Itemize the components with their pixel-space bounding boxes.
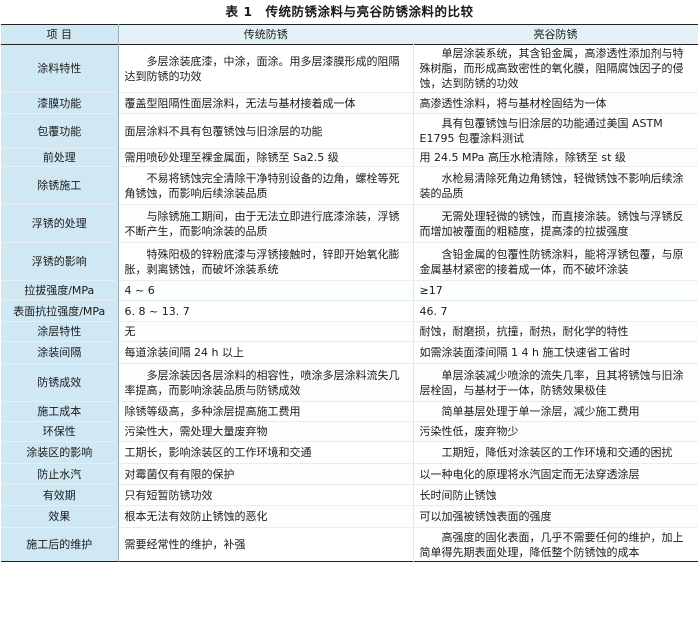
row-traditional-cell: 多层涂装因各层涂料的相容性，喷涂多层涂料流失几率提高，而影响涂装品质与防锈成效 xyxy=(118,363,413,402)
row-item-label: 涂装区的影响 xyxy=(1,441,119,464)
row-lianggu-cell: 工期短，降低对涂装区的工作环境和交通的困扰 xyxy=(412,441,698,464)
table-row: 拉拔强度/MPa 4 ~ 6 ≥17 xyxy=(1,280,698,301)
table-header: 项 目 传统防锈 亮谷防锈 xyxy=(1,24,698,45)
row-item-label: 防锈成效 xyxy=(1,363,119,402)
row-traditional-cell: 污染性大，需处理大量废弃物 xyxy=(118,421,413,442)
row-item-label: 涂层特性 xyxy=(1,321,119,342)
row-traditional-cell: 无 xyxy=(118,321,413,342)
row-traditional-cell: 只有短暂防锈功效 xyxy=(118,484,413,506)
row-traditional-cell: 每道涂装间隔 24 h 以上 xyxy=(118,341,413,364)
row-item-label: 有效期 xyxy=(1,484,119,506)
row-traditional-cell: 需要经常性的维护，补强 xyxy=(118,527,413,562)
header-row: 项 目 传统防锈 亮谷防锈 xyxy=(1,24,698,45)
row-lianggu-cell: 水枪易清除死角边角锈蚀，轻微锈蚀不影响后续涂装的品质 xyxy=(412,166,698,205)
row-traditional-cell: 多层涂装底漆，中涂，面涂。用多层漆膜形成的阻隔达到防锈的功效 xyxy=(118,44,413,93)
table-row: 浮锈的影响 特殊阳极的锌粉底漆与浮锈接触时，锌即开始氧化膨胀，剥离锈蚀，而破坏涂装… xyxy=(1,242,698,281)
table-row: 涂层特性无耐蚀，耐磨损，抗撞，耐热，耐化学的特性 xyxy=(1,321,698,342)
row-traditional-cell: 与除锈施工期间，由于无法立即进行底漆涂装，浮锈不断产生，而影响涂装的品质 xyxy=(118,204,413,243)
table-caption: 表 1 传统防锈涂料与亮谷防锈涂料的比较 xyxy=(225,4,474,19)
row-traditional-cell: 6. 8 ~ 13. 7 xyxy=(118,300,413,322)
row-lianggu-cell: 可以加强被锈蚀表面的强度 xyxy=(412,505,698,528)
table-row: 除锈施工 不易将锈蚀完全清除干净特别设备的边角，螺栓等死角锈蚀，而影响后续涂装品质… xyxy=(1,166,698,205)
table-row: 施工后的维护 需要经常性的维护，补强 高强度的固化表面，几乎不需要任何的维护，加上简… xyxy=(1,527,698,562)
table-row: 施工成本 除锈等级高，多种涂层提高施工费用 简单基层处理于单一涂层，减少施工费用 xyxy=(1,401,698,422)
table-body: 涂料特性 多层涂装底漆，中涂，面涂。用多层漆膜形成的阻隔达到防锈的功效 单层涂装系统… xyxy=(1,44,698,562)
row-item-label: 除锈施工 xyxy=(1,166,119,205)
table-row: 包覆功能 面层涂料不具有包覆锈蚀与旧涂层的功能 具有包覆锈蚀与旧涂层的功能通过美国 … xyxy=(1,113,698,149)
row-item-label: 表面抗拉强度/MPa xyxy=(1,300,119,322)
row-traditional-cell: 特殊阳极的锌粉底漆与浮锈接触时，锌即开始氧化膨胀，剥离锈蚀，而破坏涂装系统 xyxy=(118,242,413,281)
table-row: 效果 根本无法有效防止锈蚀的恶化 可以加强被锈蚀表面的强度 xyxy=(1,505,698,528)
table-row: 防止水汽 对霉菌仅有有限的保护 以一种电化的原理将水汽固定而无法穿透涂层 xyxy=(1,463,698,485)
row-traditional-cell: 工期长，影响涂装区的工作环境和交通 xyxy=(118,441,413,464)
row-lianggu-cell: 用 24.5 MPa 高压水枪清除，除锈至 st 级 xyxy=(412,148,698,167)
row-lianggu-cell: 单层涂装减少喷涂的流失几率，且其将锈蚀与旧涂层栓固，与基材于一体，防锈效果极佳 xyxy=(412,363,698,402)
header-traditional: 传统防锈 xyxy=(118,24,413,45)
row-item-label: 环保性 xyxy=(1,421,119,442)
row-lianggu-cell: 高渗透性涂料，将与基材栓固结为一体 xyxy=(412,92,698,114)
row-item-label: 涂料特性 xyxy=(1,44,119,93)
header-item: 项 目 xyxy=(1,24,119,45)
table-row: 表面抗拉强度/MPa 6. 8 ~ 13. 7 46. 7 xyxy=(1,300,698,322)
row-item-label: 防止水汽 xyxy=(1,463,119,485)
row-lianggu-cell: 以一种电化的原理将水汽固定而无法穿透涂层 xyxy=(412,463,698,485)
row-item-label: 包覆功能 xyxy=(1,113,119,149)
row-lianggu-cell: 含铅金属的包覆性防锈涂料，能将浮锈包覆，与原金属基材紧密的接着成一体，而不破坏涂… xyxy=(412,242,698,281)
row-item-label: 浮锈的影响 xyxy=(1,242,119,281)
table-row: 漆膜功能 覆盖型阻隔性面层涂料，无法与基材接着成一体 高渗透性涂料，将与基材栓固结为… xyxy=(1,92,698,114)
row-item-label: 效果 xyxy=(1,505,119,528)
row-item-label: 漆膜功能 xyxy=(1,92,119,114)
row-traditional-cell: 除锈等级高，多种涂层提高施工费用 xyxy=(118,401,413,422)
comparison-table: 项 目 传统防锈 亮谷防锈 涂料特性 多层涂装底漆，中涂，面涂。用多层漆膜形成的阻… xyxy=(1,24,698,562)
table-row: 涂装间隔 每道涂装间隔 24 h 以上 如需涂装面漆间隔 1 4 h 施工快速省工省… xyxy=(1,341,698,364)
row-traditional-cell: 覆盖型阻隔性面层涂料，无法与基材接着成一体 xyxy=(118,92,413,114)
row-item-label: 浮锈的处理 xyxy=(1,204,119,243)
table-row: 有效期 只有短暂防锈功效 长时间防止锈蚀 xyxy=(1,484,698,506)
row-item-label: 拉拔强度/MPa xyxy=(1,280,119,301)
row-item-label: 施工后的维护 xyxy=(1,527,119,562)
table-row: 浮锈的处理 与除锈施工期间，由于无法立即进行底漆涂装，浮锈不断产生，而影响涂装的品… xyxy=(1,204,698,243)
row-lianggu-cell: 单层涂装系统，其含铅金属，高渗透性添加剂与特殊树脂，而形成高致密性的氧化膜，阻隔… xyxy=(412,44,698,93)
row-traditional-cell: 面层涂料不具有包覆锈蚀与旧涂层的功能 xyxy=(118,113,413,149)
row-lianggu-cell: 如需涂装面漆间隔 1 4 h 施工快速省工省时 xyxy=(412,341,698,364)
row-traditional-cell: 对霉菌仅有有限的保护 xyxy=(118,463,413,485)
header-lianggu: 亮谷防锈 xyxy=(413,24,698,45)
row-lianggu-cell: 46. 7 xyxy=(412,300,698,322)
row-item-label: 施工成本 xyxy=(1,401,119,422)
row-lianggu-cell: 污染性低，废弃物少 xyxy=(412,421,698,442)
table-row: 涂料特性 多层涂装底漆，中涂，面涂。用多层漆膜形成的阻隔达到防锈的功效 单层涂装系统… xyxy=(1,44,698,93)
table-row: 涂装区的影响 工期长，影响涂装区的工作环境和交通 工期短，降低对涂装区的工作环境和交… xyxy=(1,441,698,464)
row-item-label: 涂装间隔 xyxy=(1,341,119,364)
row-traditional-cell: 需用喷砂处理至裸金属面，除锈至 Sa2.5 级 xyxy=(118,148,413,167)
row-lianggu-cell: 耐蚀，耐磨损，抗撞，耐热，耐化学的特性 xyxy=(412,321,698,342)
row-lianggu-cell: 无需处理轻微的锈蚀，而直接涂装。锈蚀与浮锈反而增加被覆面的粗糙度，提高漆的拉拔强… xyxy=(412,204,698,243)
row-item-label: 前处理 xyxy=(1,148,119,167)
row-lianggu-cell: 高强度的固化表面，几乎不需要任何的维护，加上简单得先期表面处理，降低整个防锈蚀的… xyxy=(412,527,698,562)
table-row: 防锈成效 多层涂装因各层涂料的相容性，喷涂多层涂料流失几率提高，而影响涂装品质与防… xyxy=(1,363,698,402)
table-row: 前处理 需用喷砂处理至裸金属面，除锈至 Sa2.5 级用 24.5 MPa 高压水… xyxy=(1,148,698,167)
row-traditional-cell: 4 ~ 6 xyxy=(118,280,413,301)
row-traditional-cell: 根本无法有效防止锈蚀的恶化 xyxy=(118,505,413,528)
row-traditional-cell: 不易将锈蚀完全清除干净特别设备的边角，螺栓等死角锈蚀，而影响后续涂装品质 xyxy=(118,166,413,205)
row-lianggu-cell: 长时间防止锈蚀 xyxy=(412,484,698,506)
table-row: 环保性 污染性大，需处理大量废弃物 污染性低，废弃物少 xyxy=(1,421,698,442)
row-lianggu-cell: 具有包覆锈蚀与旧涂层的功能通过美国 ASTM E1795 包覆涂料测试 xyxy=(412,113,698,149)
row-lianggu-cell: ≥17 xyxy=(412,280,698,301)
row-lianggu-cell: 简单基层处理于单一涂层，减少施工费用 xyxy=(412,401,698,422)
